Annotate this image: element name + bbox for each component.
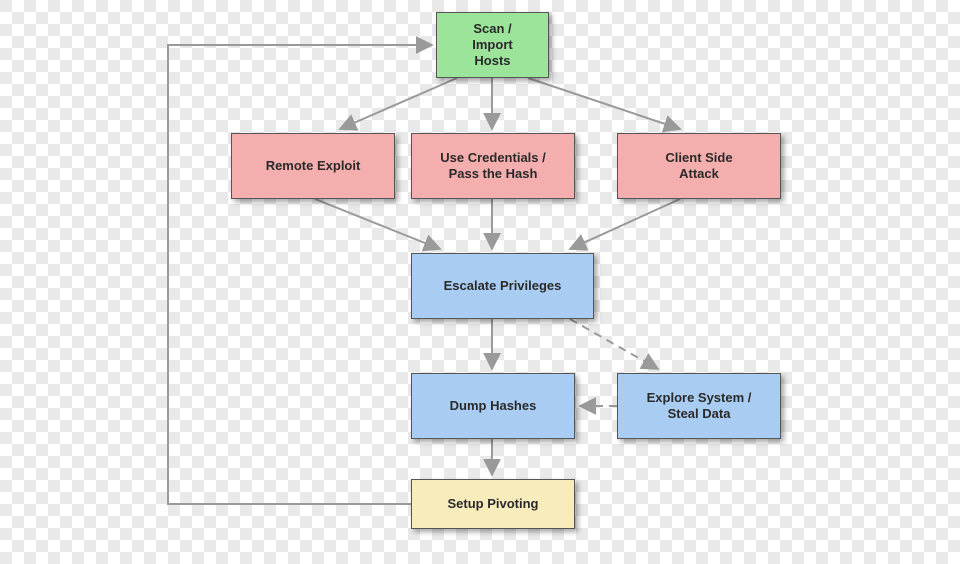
edge-client-escalate (570, 199, 680, 249)
node-scan: Scan / Import Hosts (436, 12, 549, 78)
flowchart-diagram: Scan / Import Hosts Remote Exploit Use C… (0, 0, 960, 564)
node-explore: Explore System / Steal Data (617, 373, 781, 439)
node-label: Setup Pivoting (448, 496, 539, 512)
node-label: Scan / Import Hosts (472, 21, 512, 70)
node-pivot: Setup Pivoting (411, 479, 575, 529)
edge-pivot-scan (168, 45, 432, 504)
node-escalate: Escalate Privileges (411, 253, 594, 319)
node-label: Use Credentials / Pass the Hash (440, 150, 546, 183)
node-label: Dump Hashes (450, 398, 537, 414)
edge-remote-escalate (315, 199, 440, 249)
node-label: Client Side Attack (665, 150, 732, 183)
edge-scan-remote (340, 78, 457, 129)
node-label: Escalate Privileges (444, 278, 562, 294)
node-remote: Remote Exploit (231, 133, 395, 199)
node-dump: Dump Hashes (411, 373, 575, 439)
edge-scan-client (528, 78, 680, 129)
node-creds: Use Credentials / Pass the Hash (411, 133, 575, 199)
edge-escalate-explore (570, 319, 658, 369)
node-label: Explore System / Steal Data (647, 390, 752, 423)
node-client: Client Side Attack (617, 133, 781, 199)
node-label: Remote Exploit (266, 158, 361, 174)
